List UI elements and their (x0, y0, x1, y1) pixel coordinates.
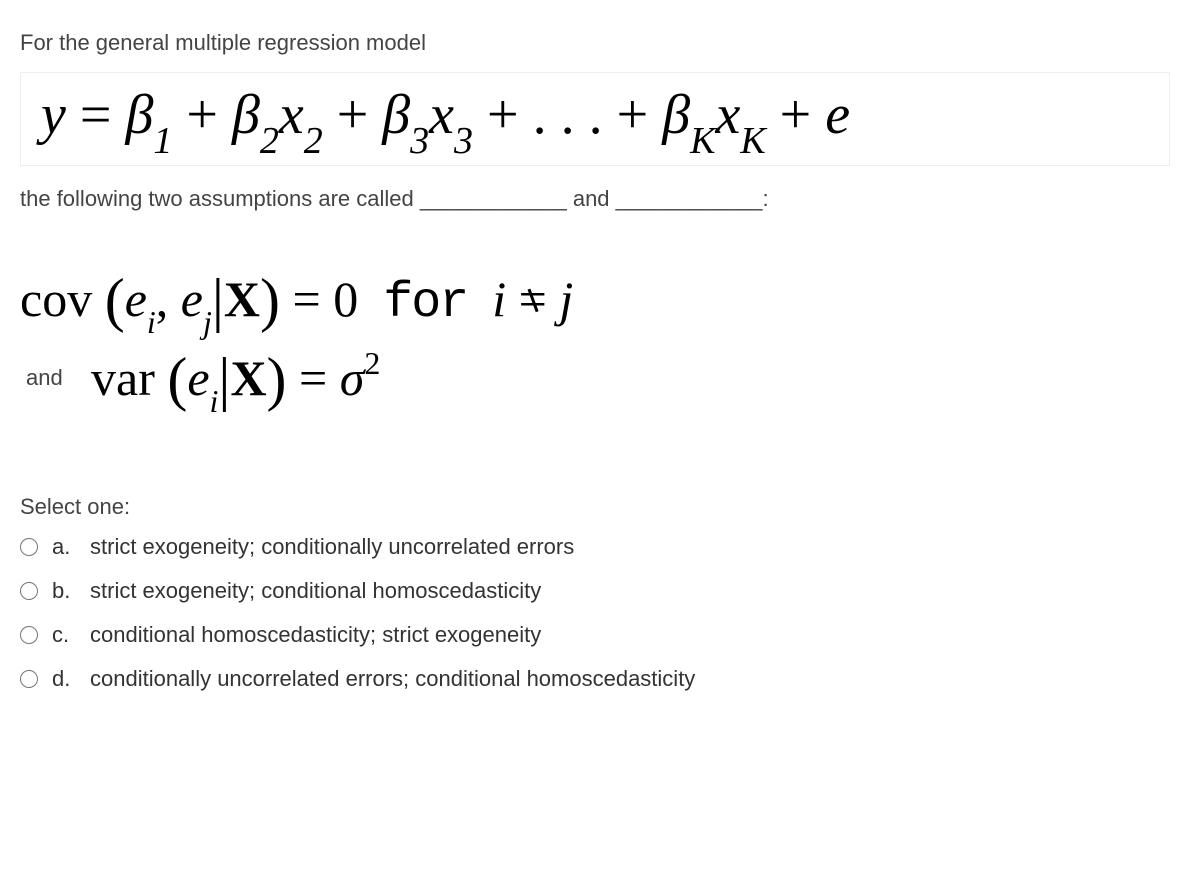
option-text: conditionally uncorrelated errors; condi… (90, 666, 1180, 692)
assumption-2-row: and var (ei|X) = σ2 (20, 341, 1180, 414)
option-text: strict exogeneity; conditional homosceda… (90, 578, 1180, 604)
assumptions-block: cov (ei, ej|X) = 0 for i = j and var (ei… (20, 262, 1180, 414)
option-d[interactable]: d. conditionally uncorrelated errors; co… (20, 666, 1180, 692)
assumption-1-row: cov (ei, ej|X) = 0 for i = j (20, 262, 1180, 335)
and-label: and (26, 365, 66, 391)
select-one-label: Select one: (20, 494, 1180, 520)
radio-c[interactable] (20, 626, 38, 644)
regression-equation: y = β1 + β2x2 + β3x3 + . . . + βKxK + e (41, 83, 1149, 155)
radio-a[interactable] (20, 538, 38, 556)
regression-equation-box: y = β1 + β2x2 + β3x3 + . . . + βKxK + e (20, 72, 1170, 166)
variance-formula: var (ei|X) = σ2 (91, 341, 380, 414)
option-a[interactable]: a. strict exogeneity; conditionally unco… (20, 534, 1180, 560)
question-fill-blank: the following two assumptions are called… (20, 186, 1180, 212)
option-letter: a. (52, 534, 76, 560)
option-c[interactable]: c. conditional homoscedasticity; strict … (20, 622, 1180, 648)
radio-b[interactable] (20, 582, 38, 600)
option-letter: c. (52, 622, 76, 648)
option-letter: d. (52, 666, 76, 692)
option-b[interactable]: b. strict exogeneity; conditional homosc… (20, 578, 1180, 604)
option-text: strict exogeneity; conditionally uncorre… (90, 534, 1180, 560)
covariance-formula: cov (ei, ej|X) = 0 for i = j (20, 262, 573, 335)
question-intro: For the general multiple regression mode… (20, 30, 1180, 56)
option-letter: b. (52, 578, 76, 604)
radio-d[interactable] (20, 670, 38, 688)
option-text: conditional homoscedasticity; strict exo… (90, 622, 1180, 648)
options-list: a. strict exogeneity; conditionally unco… (20, 534, 1180, 692)
